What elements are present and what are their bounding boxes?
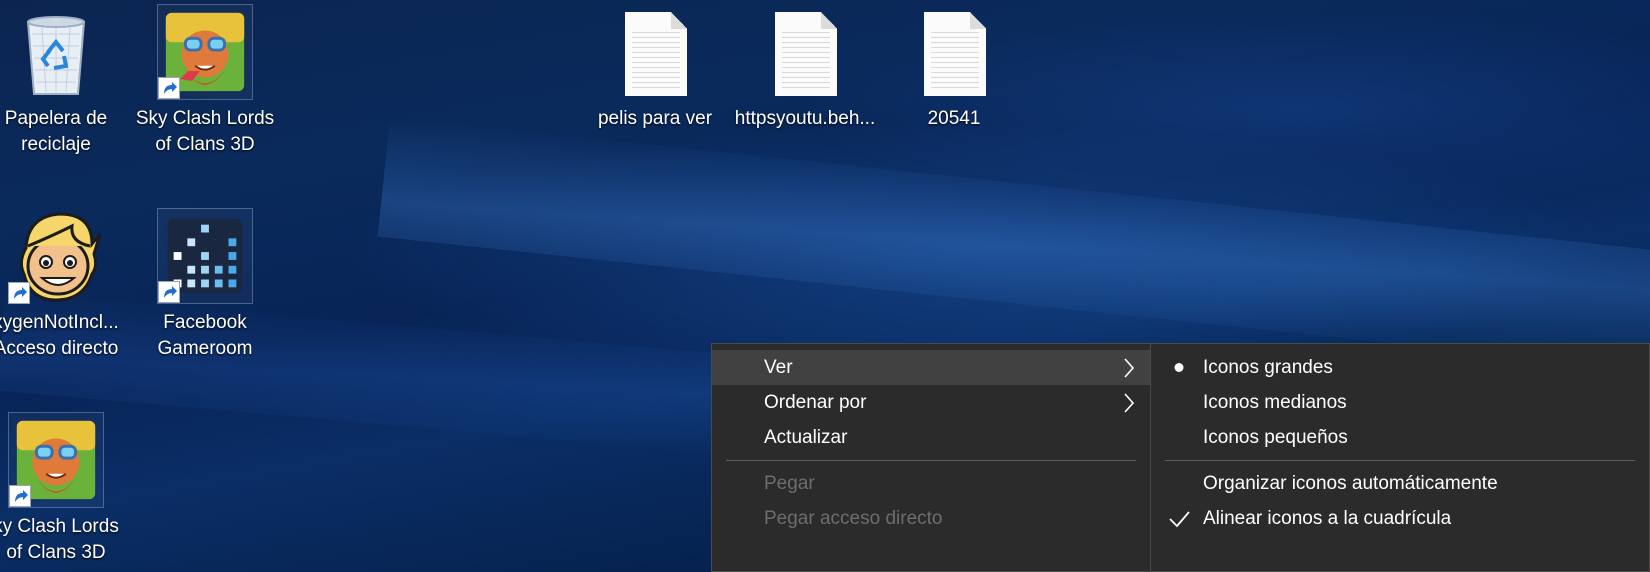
menu-separator xyxy=(726,460,1136,461)
facebook-gameroom-icon xyxy=(157,208,253,304)
menu-item-pegar-acceso-directo[interactable]: Pegar acceso directo xyxy=(712,501,1150,536)
desktop-icon-label: httpsyoutu.beh... xyxy=(734,108,876,129)
text-file-icon xyxy=(607,4,703,100)
chevron-right-icon xyxy=(1122,350,1142,385)
desktop-icon-pelis-para-ver[interactable]: pelis para ver xyxy=(580,4,730,132)
desktop-icon-label: Facebook xyxy=(163,312,247,333)
shortcut-arrow-icon xyxy=(158,77,180,99)
checkmark-icon xyxy=(1167,501,1191,536)
desktop-icon-label: Gameroom xyxy=(157,338,253,359)
menu-item-iconos-medianos[interactable]: Iconos medianos xyxy=(1151,385,1649,420)
shortcut-arrow-icon xyxy=(8,282,30,304)
menu-item-organizar-iconos[interactable]: Organizar iconos automáticamente xyxy=(1151,466,1649,501)
oxygen-not-included-icon xyxy=(8,208,104,304)
menu-item-label: Actualizar xyxy=(764,427,848,448)
desktop-icon-label: xygenNotIncl... xyxy=(0,312,119,333)
menu-item-ver[interactable]: Ver xyxy=(712,350,1150,385)
menu-item-label: Pegar xyxy=(764,473,815,494)
menu-item-iconos-pequenos[interactable]: Iconos pequeños xyxy=(1151,420,1649,455)
text-file-icon xyxy=(757,4,853,100)
menu-item-label: Alinear iconos a la cuadrícula xyxy=(1203,508,1452,529)
view-submenu: Iconos grandes Iconos medianos Iconos pe… xyxy=(1150,343,1650,572)
desktop-icon-label: pelis para ver xyxy=(597,108,713,129)
menu-item-label: Ver xyxy=(764,357,793,378)
desktop-icon-label: Sky Clash Lords xyxy=(135,108,275,129)
game-badge-icon xyxy=(180,71,200,81)
menu-item-actualizar[interactable]: Actualizar xyxy=(712,420,1150,455)
menu-item-iconos-grandes[interactable]: Iconos grandes xyxy=(1151,350,1649,385)
desktop-icon-label: 20541 xyxy=(927,108,981,129)
menu-item-label: Pegar acceso directo xyxy=(764,508,943,529)
menu-item-label: Iconos medianos xyxy=(1203,392,1347,413)
menu-item-pegar[interactable]: Pegar xyxy=(712,466,1150,501)
desktop-icon-label: Acceso directo xyxy=(0,338,119,359)
menu-item-label: Organizar iconos automáticamente xyxy=(1203,473,1498,494)
desktop-icon-label: of Clans 3D xyxy=(6,542,106,563)
menu-item-alinear-iconos[interactable]: Alinear iconos a la cuadrícula xyxy=(1151,501,1649,536)
recycle-bin-icon xyxy=(8,4,104,100)
chevron-right-icon xyxy=(1122,385,1142,420)
menu-item-ordenar-por[interactable]: Ordenar por xyxy=(712,385,1150,420)
desktop-icon-oxygen-not-included[interactable]: xygenNotIncl... Acceso directo xyxy=(0,208,131,362)
desktop-icon-sky-clash[interactable]: Sky Clash Lords of Clans 3D xyxy=(130,4,280,158)
desktop-icon-label: Papelera de xyxy=(4,108,108,129)
desktop-icon-label: ky Clash Lords xyxy=(0,516,119,537)
desktop-context-menu: Ver Ordenar por Actualizar Pegar Pegar a… xyxy=(711,343,1151,572)
shortcut-arrow-icon xyxy=(158,281,180,303)
desktop-icon-httpsyoutu[interactable]: httpsyoutu.beh... xyxy=(730,4,880,132)
desktop-icon-20541[interactable]: 20541 xyxy=(879,4,1029,132)
desktop-icon-label: of Clans 3D xyxy=(155,134,255,155)
desktop-icon-label: reciclaje xyxy=(21,134,91,155)
shortcut-arrow-icon xyxy=(9,485,31,507)
bullet-icon xyxy=(1167,350,1191,385)
text-file-icon xyxy=(906,4,1002,100)
menu-item-label: Iconos pequeños xyxy=(1203,427,1348,448)
game-icon xyxy=(8,412,104,508)
menu-separator xyxy=(1165,460,1635,461)
menu-item-label: Iconos grandes xyxy=(1203,357,1333,378)
game-icon xyxy=(157,4,253,100)
desktop-icon-facebook-gameroom[interactable]: Facebook Gameroom xyxy=(130,208,280,362)
desktop-icon-sky-clash-2[interactable]: ky Clash Lords of Clans 3D xyxy=(0,412,131,566)
desktop-icon-recycle-bin[interactable]: Papelera de reciclaje xyxy=(0,4,131,158)
menu-item-label: Ordenar por xyxy=(764,392,867,413)
